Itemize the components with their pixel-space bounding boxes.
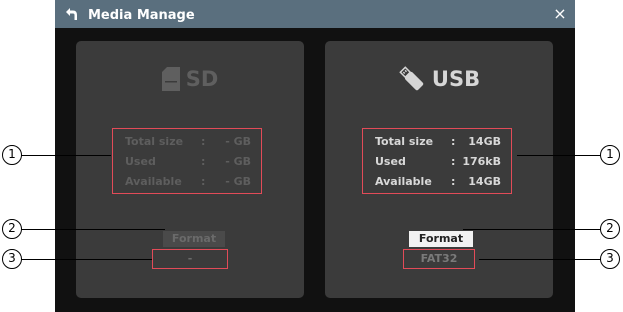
usb-total-size-label: Total size [375,135,434,148]
usb-format-button[interactable]: Format [409,231,473,247]
usb-total-size-value: 14GB [468,135,501,148]
sd-used-value: - GB [225,155,251,168]
usb-used-row: Used : 176kB [375,155,511,175]
usb-header: USB [325,59,553,99]
callout-line-3-right [479,259,601,260]
callout-marker-2-left: 2 [2,219,22,239]
callout-line-1-right [517,155,601,156]
callout-line-1-left [21,155,111,156]
usb-info-box: Total size : 14GB Used : 176kB Available… [362,128,512,194]
usb-used-separator: : [451,155,456,168]
back-arrow-icon [66,8,77,20]
sd-available-row: Available : - GB [125,175,261,195]
sd-total-size-separator: : [201,135,206,148]
back-button[interactable] [59,2,83,26]
sd-available-label: Available [125,175,182,188]
sd-available-value: - GB [225,175,251,188]
sd-used-label: Used [125,155,156,168]
callout-marker-3-left: 3 [2,249,22,269]
sd-header: SD [76,59,304,99]
sd-filesystem: - [152,249,228,269]
sd-total-size-row: Total size : - GB [125,135,261,155]
usb-filesystem: FAT32 [403,249,475,269]
sd-total-size-value: - GB [225,135,251,148]
media-manage-screen: Media Manage × SD Total size : - GB Used… [55,0,575,312]
usb-drive-icon [399,66,424,91]
sd-used-row: Used : - GB [125,155,261,175]
usb-total-size-separator: : [451,135,456,148]
usb-label: USB [431,67,481,91]
callout-marker-2-right: 2 [600,219,620,239]
usb-total-size-row: Total size : 14GB [375,135,511,155]
callout-line-2-right [463,229,601,230]
title-bar: Media Manage × [55,0,575,28]
usb-used-label: Used [375,155,406,168]
close-icon: × [553,4,567,23]
sd-available-separator: : [201,175,206,188]
sd-format-button[interactable]: Format [163,231,225,247]
window-title: Media Manage [88,8,195,23]
usb-available-row: Available : 14GB [375,175,511,195]
usb-available-value: 14GB [468,175,501,188]
sd-label: SD [185,67,219,91]
usb-available-separator: : [451,175,456,188]
callout-marker-3-right: 3 [600,249,620,269]
sd-card-icon [161,67,180,91]
callout-line-2-left [21,229,165,230]
sd-used-separator: : [201,155,206,168]
callout-line-3-left [21,259,152,260]
callout-marker-1-right: 1 [600,145,620,165]
sd-info-box: Total size : - GB Used : - GB Available … [112,128,262,194]
sd-total-size-label: Total size [125,135,184,148]
usb-used-value: 176kB [462,155,501,168]
callout-marker-1-left: 1 [2,145,22,165]
close-button[interactable]: × [551,5,569,23]
usb-available-label: Available [375,175,432,188]
